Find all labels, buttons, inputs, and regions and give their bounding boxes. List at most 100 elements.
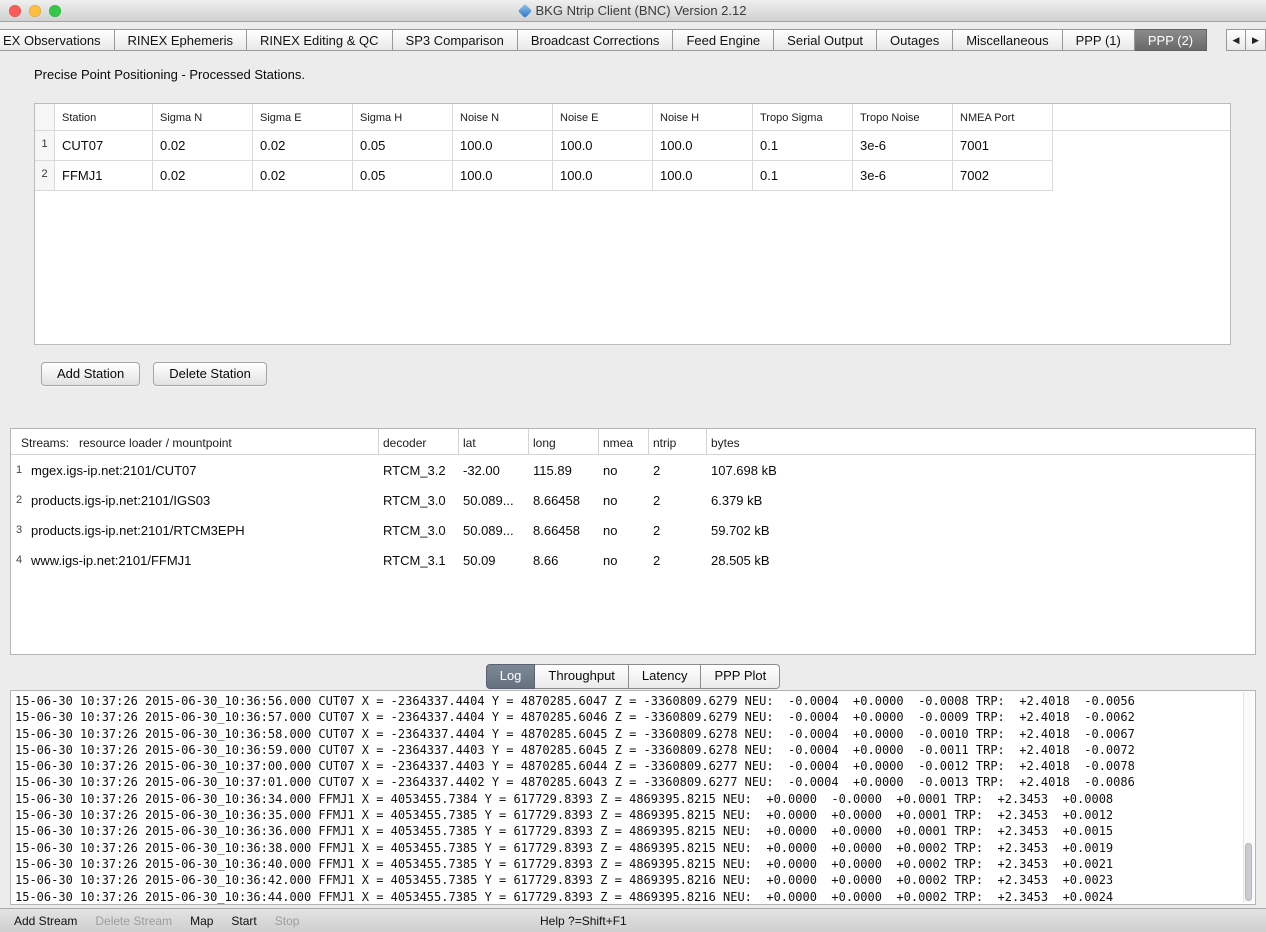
stations-col-header-nmea-port[interactable]: NMEA Port [953, 104, 1053, 130]
log-tab-ppp-plot[interactable]: PPP Plot [701, 664, 780, 689]
stream-row-4[interactable]: 4www.igs-ip.net:2101/FFMJ1RTCM_3.150.098… [11, 545, 1255, 575]
streams-col-header-nmea[interactable]: nmea [599, 429, 649, 454]
stream-cell[interactable]: no [599, 485, 649, 515]
stations-cell[interactable]: 100.0 [553, 131, 653, 161]
stream-cell[interactable]: 8.66458 [529, 515, 599, 545]
tab-scroll-right-icon[interactable]: ▶ [1246, 29, 1266, 51]
stream-row-1[interactable]: 1mgex.igs-ip.net:2101/CUT07RTCM_3.2-32.0… [11, 455, 1255, 485]
stream-cell[interactable]: 2 [649, 455, 707, 485]
stream-cell[interactable]: RTCM_3.2 [379, 455, 459, 485]
stations-cell[interactable]: CUT07 [55, 131, 153, 161]
streams-col-header-long[interactable]: long [529, 429, 599, 454]
log-scrollbar-thumb[interactable] [1245, 843, 1252, 901]
stream-cell[interactable]: 2 [649, 485, 707, 515]
tab-rinex-ephemeris[interactable]: RINEX Ephemeris [115, 29, 247, 51]
stations-col-header-noise-e[interactable]: Noise E [553, 104, 653, 130]
stations-col-header-sigma-n[interactable]: Sigma N [153, 104, 253, 130]
delete-station-button[interactable]: Delete Station [153, 362, 267, 386]
log-tab-log[interactable]: Log [486, 664, 536, 689]
stream-cell[interactable]: products.igs-ip.net:2101/IGS03 [27, 485, 379, 515]
add-stream-action[interactable]: Add Stream [14, 914, 77, 928]
add-station-button[interactable]: Add Station [41, 362, 140, 386]
streams-col-header-lat[interactable]: lat [459, 429, 529, 454]
stations-cell[interactable]: 100.0 [453, 131, 553, 161]
streams-col-header-decoder[interactable]: decoder [379, 429, 459, 454]
tab-feed-engine[interactable]: Feed Engine [673, 29, 774, 51]
stream-cell[interactable]: 50.089... [459, 485, 529, 515]
stream-cell[interactable]: 8.66 [529, 545, 599, 575]
stations-cell[interactable]: 100.0 [653, 161, 753, 191]
stations-col-header-noise-h[interactable]: Noise H [653, 104, 753, 130]
tab-rinex-editing-qc[interactable]: RINEX Editing & QC [247, 29, 393, 51]
stations-col-header-tropo-sigma[interactable]: Tropo Sigma [753, 104, 853, 130]
stations-col-header-sigma-h[interactable]: Sigma H [353, 104, 453, 130]
stream-cell[interactable]: RTCM_3.1 [379, 545, 459, 575]
stations-cell[interactable]: 0.05 [353, 161, 453, 191]
streams-col-header-streams[interactable]: Streams: resource loader / mountpoint [11, 429, 379, 454]
stations-cell[interactable]: 3e-6 [853, 161, 953, 191]
streams-col-header-bytes[interactable]: bytes [707, 429, 1255, 454]
stations-col-header-station[interactable]: Station [55, 104, 153, 130]
stations-col-header-tropo-noise[interactable]: Tropo Noise [853, 104, 953, 130]
tab-broadcast-corrections[interactable]: Broadcast Corrections [518, 29, 674, 51]
stream-cell[interactable]: 50.089... [459, 515, 529, 545]
stations-cell[interactable]: FFMJ1 [55, 161, 153, 191]
stations-cell[interactable]: 7001 [953, 131, 1053, 161]
stream-cell[interactable]: RTCM_3.0 [379, 515, 459, 545]
stream-cell[interactable]: 59.702 kB [707, 515, 1255, 545]
stations-cell[interactable]: 0.02 [253, 131, 353, 161]
stream-cell[interactable]: www.igs-ip.net:2101/FFMJ1 [27, 545, 379, 575]
tab-sp3-comparison[interactable]: SP3 Comparison [393, 29, 518, 51]
minimize-button[interactable] [29, 5, 41, 17]
log-tab-throughput[interactable]: Throughput [535, 664, 629, 689]
stream-cell[interactable]: 8.66458 [529, 485, 599, 515]
stream-cell[interactable]: no [599, 455, 649, 485]
stations-cell[interactable]: 100.0 [653, 131, 753, 161]
stream-cell[interactable]: 2 [649, 545, 707, 575]
tab-miscellaneous[interactable]: Miscellaneous [953, 29, 1062, 51]
streams-col-header-ntrip[interactable]: ntrip [649, 429, 707, 454]
stations-cell[interactable]: 3e-6 [853, 131, 953, 161]
zoom-button[interactable] [49, 5, 61, 17]
close-button[interactable] [9, 5, 21, 17]
tab-outages[interactable]: Outages [877, 29, 953, 51]
log-tab-latency[interactable]: Latency [629, 664, 702, 689]
stream-cell[interactable]: 50.09 [459, 545, 529, 575]
log-scrollbar[interactable] [1243, 692, 1254, 903]
stream-cell[interactable]: mgex.igs-ip.net:2101/CUT07 [27, 455, 379, 485]
stations-col-header-sigma-e[interactable]: Sigma E [253, 104, 353, 130]
stations-cell[interactable]: 0.02 [153, 131, 253, 161]
stations-cell[interactable]: 0.02 [253, 161, 353, 191]
stations-col-header-noise-n[interactable]: Noise N [453, 104, 553, 130]
stations-cell[interactable]: 100.0 [453, 161, 553, 191]
tab-serial-output[interactable]: Serial Output [774, 29, 877, 51]
log-output[interactable]: 15-06-30 10:37:26 2015-06-30_10:36:56.00… [10, 690, 1256, 905]
stream-cell[interactable]: RTCM_3.0 [379, 485, 459, 515]
stations-row-ffmj1[interactable]: 2FFMJ10.020.020.05100.0100.0100.00.13e-6… [35, 161, 1230, 191]
stream-cell[interactable]: 115.89 [529, 455, 599, 485]
map-action[interactable]: Map [190, 914, 213, 928]
stations-cell[interactable]: 7002 [953, 161, 1053, 191]
stream-cell[interactable]: products.igs-ip.net:2101/RTCM3EPH [27, 515, 379, 545]
tab-scroll-left-icon[interactable]: ◀ [1226, 29, 1246, 51]
title-bar[interactable]: BKG Ntrip Client (BNC) Version 2.12 [0, 0, 1266, 22]
stations-cell[interactable]: 100.0 [553, 161, 653, 191]
stations-cell[interactable]: 0.1 [753, 161, 853, 191]
start-action[interactable]: Start [231, 914, 256, 928]
stream-row-2[interactable]: 2 products.igs-ip.net:2101/IGS03RTCM_3.05… [11, 485, 1255, 515]
stream-cell[interactable]: -32.00 [459, 455, 529, 485]
stream-cell[interactable]: no [599, 515, 649, 545]
stations-cell[interactable]: 0.02 [153, 161, 253, 191]
stream-row-3[interactable]: 3products.igs-ip.net:2101/RTCM3EPHRTCM_3… [11, 515, 1255, 545]
stations-cell[interactable]: 0.1 [753, 131, 853, 161]
tab-ppp-2[interactable]: PPP (2) [1135, 29, 1207, 51]
stream-cell[interactable]: no [599, 545, 649, 575]
stations-cell[interactable]: 0.05 [353, 131, 453, 161]
stations-row-cut07[interactable]: 1CUT070.020.020.05100.0100.0100.00.13e-6… [35, 131, 1230, 161]
stream-cell[interactable]: 2 [649, 515, 707, 545]
stream-cell[interactable]: 107.698 kB [707, 455, 1255, 485]
tab-ex-observations[interactable]: EX Observations [0, 29, 115, 51]
stream-cell[interactable]: 28.505 kB [707, 545, 1255, 575]
tab-ppp-1[interactable]: PPP (1) [1063, 29, 1135, 51]
stream-cell[interactable]: 6.379 kB [707, 485, 1255, 515]
